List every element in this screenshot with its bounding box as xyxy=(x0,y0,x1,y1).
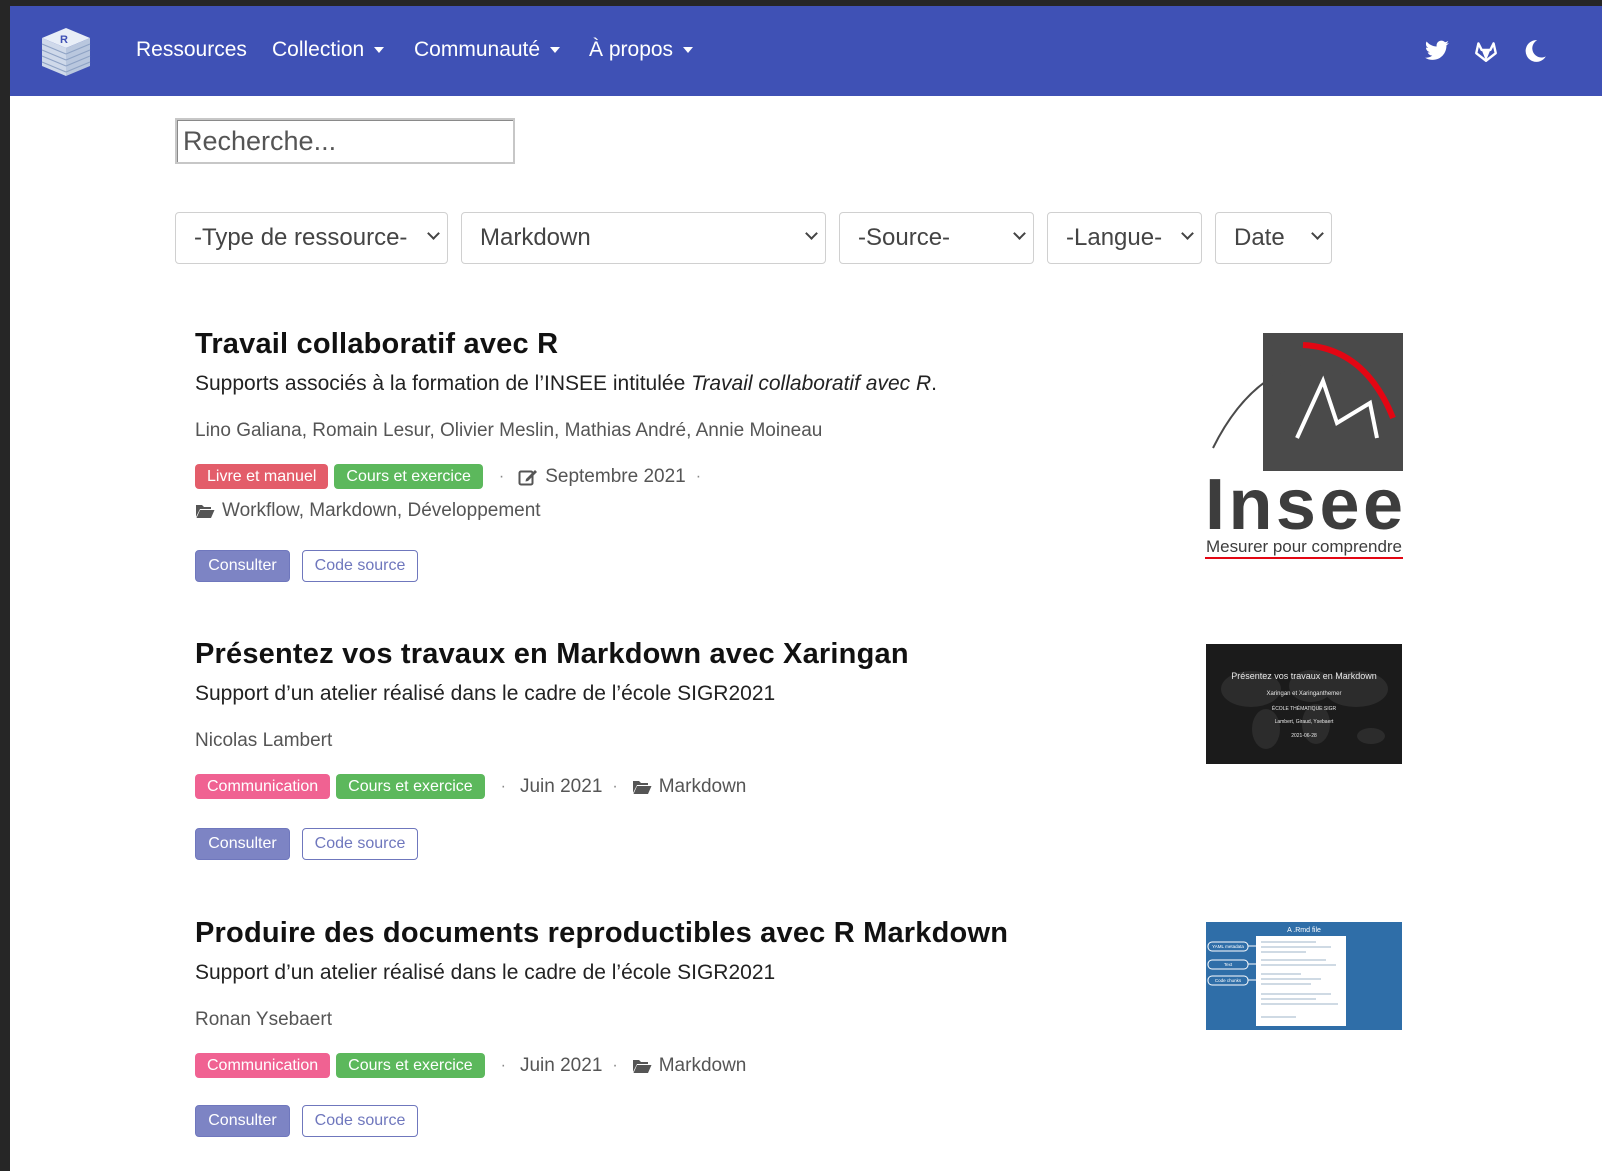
nav-collection[interactable]: Collection xyxy=(272,38,385,62)
page: R Ressources Collection Communauté À pro… xyxy=(10,6,1602,1171)
chevron-down-icon xyxy=(427,229,439,241)
edit-icon xyxy=(518,469,538,485)
resource-date: Septembre 2021 xyxy=(518,466,686,488)
navbar: R Ressources Collection Communauté À pro… xyxy=(10,6,1602,96)
resource-card: Travail collaboratif avec R Supports ass… xyxy=(195,328,1415,588)
svg-text:R: R xyxy=(60,34,68,46)
thumbnail-line: ÉCOLE THÉMATIQUE SIGR xyxy=(1272,705,1337,712)
resource-title[interactable]: Présentez vos travaux en Markdown avec X… xyxy=(195,638,909,671)
source-code-button[interactable]: Code source xyxy=(302,550,418,582)
source-code-button[interactable]: Code source xyxy=(302,1105,418,1137)
resource-authors: Ronan Ysebaert xyxy=(195,1009,332,1030)
sort-select[interactable]: Date xyxy=(1215,212,1332,264)
folder-open-icon xyxy=(196,505,215,518)
filter-source-value: -Source- xyxy=(858,224,951,251)
tag-badge[interactable]: Cours et exercice xyxy=(336,774,485,799)
resource-topics: Markdown xyxy=(632,775,747,798)
chevron-down-icon xyxy=(1181,229,1193,241)
resource-meta: Communication Cours et exercice · Juin 2… xyxy=(195,1053,746,1078)
thumbnail-logo-text: Insee xyxy=(1205,465,1403,545)
resource-topics: Workflow, Markdown, Développement xyxy=(195,500,541,522)
resource-title[interactable]: Travail collaboratif avec R xyxy=(195,328,558,361)
search-input[interactable] xyxy=(175,118,515,164)
thumbnail-line: Présentez vos travaux en Markdown xyxy=(1231,671,1377,681)
consult-button[interactable]: Consulter xyxy=(195,1105,290,1137)
separator-dot: · xyxy=(500,777,506,795)
tag-badge[interactable]: Cours et exercice xyxy=(334,464,483,489)
book-stack-icon[interactable]: R xyxy=(38,24,94,80)
separator-dot: · xyxy=(612,1056,618,1074)
resource-topics-text: Workflow, Markdown, Développement xyxy=(222,500,541,521)
folder-open-icon xyxy=(632,1059,652,1073)
consult-button[interactable]: Consulter xyxy=(195,550,290,582)
resource-topics: Markdown xyxy=(632,1054,747,1077)
resource-authors: Lino Galiana, Romain Lesur, Olivier Mesl… xyxy=(195,420,823,441)
folder-open-icon xyxy=(632,780,652,794)
twitter-icon[interactable] xyxy=(1424,38,1450,64)
resource-card: Produire des documents reproductibles av… xyxy=(195,917,1415,1167)
resource-title[interactable]: Produire des documents reproductibles av… xyxy=(195,917,1008,950)
resource-meta: Livre et manuel Cours et exercice · Sept… xyxy=(195,464,715,489)
consult-button[interactable]: Consulter xyxy=(195,828,290,860)
filter-langue-select[interactable]: -Langue- xyxy=(1047,212,1202,264)
resource-subtitle-prefix: Supports associés à la formation de l’IN… xyxy=(195,372,692,395)
nav-ressources[interactable]: Ressources xyxy=(136,38,247,62)
thumbnail-tagline: Mesurer pour comprendre xyxy=(1206,537,1402,556)
nav-a-propos[interactable]: À propos xyxy=(589,38,694,62)
dark-mode-icon[interactable] xyxy=(1522,38,1548,64)
thumbnail-line: Xaringan et Xaringanthemer xyxy=(1266,691,1341,697)
resource-subtitle: Supports associés à la formation de l’IN… xyxy=(195,372,937,396)
thumbnail-label: YAML metadata xyxy=(1212,944,1244,949)
resource-topics-wrap: Workflow, Markdown, Développement xyxy=(195,500,541,522)
filter-tag-select[interactable]: Markdown xyxy=(461,212,826,264)
thumbnail-line: 2021-06-28 xyxy=(1291,733,1317,739)
filter-type-select[interactable]: -Type de ressource- xyxy=(175,212,448,264)
resource-card: Présentez vos travaux en Markdown avec X… xyxy=(195,638,1415,868)
resource-date: Juin 2021 xyxy=(519,775,603,797)
tag-badge[interactable]: Cours et exercice xyxy=(336,1053,485,1078)
caret-down-icon xyxy=(374,47,385,53)
resource-thumbnail[interactable]: Présentez vos travaux en Markdown Xaring… xyxy=(1206,644,1402,764)
nav-ressources-label: Ressources xyxy=(136,38,247,61)
chevron-down-icon xyxy=(1013,229,1025,241)
filter-tag-value: Markdown xyxy=(480,224,591,251)
thumbnail-label: Code chunks xyxy=(1215,978,1242,983)
thumbnail-line: Lambert, Giraud, Ysebaert xyxy=(1275,719,1334,725)
nav-collection-label: Collection xyxy=(272,38,365,61)
resource-topics-text: Markdown xyxy=(658,775,747,797)
thumbnail-label: Text xyxy=(1224,962,1233,967)
chevron-down-icon xyxy=(1311,229,1323,241)
separator-dot: · xyxy=(695,467,702,485)
resource-topics-text: Markdown xyxy=(658,1054,747,1076)
resource-date: Juin 2021 xyxy=(519,1054,603,1076)
thumbnail-title: A .Rmd file xyxy=(1287,927,1321,934)
resource-subtitle-suffix: . xyxy=(931,372,937,395)
gitlab-icon[interactable] xyxy=(1473,38,1499,64)
caret-down-icon xyxy=(683,47,694,53)
caret-down-icon xyxy=(550,47,561,53)
resource-subtitle-italic: Travail collaboratif avec R xyxy=(691,372,932,395)
chevron-down-icon xyxy=(805,229,817,241)
separator-dot: · xyxy=(500,1056,506,1074)
tag-badge[interactable]: Livre et manuel xyxy=(195,464,329,489)
nav-a-propos-label: À propos xyxy=(589,38,674,61)
resource-date-text: Septembre 2021 xyxy=(545,465,686,487)
filter-type-value: -Type de ressource- xyxy=(194,224,408,251)
resource-subtitle: Support d’un atelier réalisé dans le cad… xyxy=(195,961,776,984)
tag-badge[interactable]: Communication xyxy=(195,1053,331,1078)
resource-meta: Communication Cours et exercice · Juin 2… xyxy=(195,774,746,799)
sort-value: Date xyxy=(1234,224,1285,251)
resource-thumbnail[interactable]: A .Rmd file YAML metadata Text Code chun… xyxy=(1206,922,1402,1030)
tag-badge[interactable]: Communication xyxy=(195,774,331,799)
separator-dot: · xyxy=(612,777,618,795)
resource-authors: Nicolas Lambert xyxy=(195,730,333,751)
nav-communaute[interactable]: Communauté xyxy=(414,38,561,62)
resource-subtitle: Support d’un atelier réalisé dans le cad… xyxy=(195,682,776,705)
filter-source-select[interactable]: -Source- xyxy=(839,212,1034,264)
source-code-button[interactable]: Code source xyxy=(302,828,418,860)
separator-dot: · xyxy=(498,467,505,485)
nav-communaute-label: Communauté xyxy=(414,38,541,61)
resource-thumbnail[interactable]: Insee Mesurer pour comprendre xyxy=(1205,333,1405,563)
filter-langue-value: -Langue- xyxy=(1066,224,1163,251)
